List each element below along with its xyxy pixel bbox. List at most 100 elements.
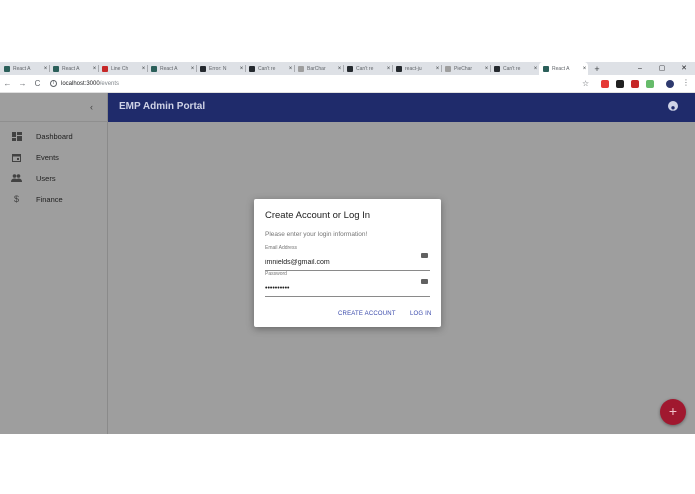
window-controls: – ▢ ✕ (629, 62, 695, 75)
app-bar: EMP Admin Portal (108, 93, 695, 122)
tab-favicon-icon (445, 65, 451, 72)
tab-favicon-icon (298, 65, 304, 72)
tab-favicon-icon (102, 65, 108, 72)
tab-close-icon[interactable]: × (532, 66, 539, 72)
tab-close-icon[interactable]: × (581, 66, 588, 72)
tab-label: Can't re (356, 65, 374, 72)
tab-favicon-icon (494, 65, 500, 72)
email-label: Email Address (265, 245, 297, 251)
tab-label: React A (160, 65, 178, 72)
url-path: /events (99, 80, 120, 87)
extension-icon[interactable] (646, 80, 654, 88)
sidebar-item-label: Dashboard (36, 131, 73, 141)
tab-close-icon[interactable]: × (140, 66, 147, 72)
tab-label: PieChar (454, 65, 473, 72)
tab-label: react-ju (405, 65, 422, 72)
tab-close-icon[interactable]: × (434, 66, 441, 72)
browser-tab[interactable]: Can't re × (245, 62, 294, 75)
forward-button[interactable]: → (15, 79, 30, 88)
tab-favicon-icon (200, 65, 206, 72)
account-circle-icon[interactable] (668, 101, 678, 112)
browser-tab[interactable]: React A × (539, 62, 588, 75)
browser-tab[interactable]: React A × (0, 62, 49, 75)
tab-close-icon[interactable]: × (483, 66, 490, 72)
tab-label: React A (552, 65, 570, 72)
extension-icon[interactable] (616, 80, 624, 88)
tab-close-icon[interactable]: × (42, 66, 49, 72)
sidebar-item-label: Users (36, 173, 56, 183)
browser-tab[interactable]: PieChar × (441, 62, 490, 75)
tab-favicon-icon (249, 65, 255, 72)
tab-label: Can't re (258, 65, 276, 72)
tab-label: BarChar (307, 65, 326, 72)
email-input[interactable] (265, 257, 415, 268)
tab-favicon-icon (396, 65, 402, 72)
tab-close-icon[interactable]: × (189, 66, 196, 72)
browser-toolbar: ← → C i localhost:3000/events ☆ ⋮ (0, 75, 695, 93)
password-input[interactable] (265, 283, 415, 294)
tab-favicon-icon (53, 65, 59, 72)
tab-close-icon[interactable]: × (238, 66, 245, 72)
password-label: Password (265, 271, 287, 277)
browser-tab[interactable]: React A × (147, 62, 196, 75)
tab-favicon-icon (4, 65, 10, 72)
tab-label: Error: N (209, 65, 227, 72)
email-field: Email Address (265, 245, 430, 271)
page-title: EMP Admin Portal (119, 101, 206, 112)
password-underline (265, 296, 430, 297)
info-icon[interactable]: i (50, 80, 57, 87)
browser-profile-avatar[interactable] (666, 80, 674, 88)
new-tab-button[interactable]: + (590, 64, 604, 74)
collapse-sidebar-button[interactable]: ‹ (90, 102, 93, 112)
login-button[interactable]: LOG IN (410, 311, 432, 317)
tab-label: Line Ch (111, 65, 129, 72)
blank-area (0, 434, 695, 494)
browser-tab[interactable]: Line Ch × (98, 62, 147, 75)
bookmark-star-icon[interactable]: ☆ (582, 79, 589, 88)
password-field: Password (265, 271, 430, 297)
extension-icon[interactable] (601, 80, 609, 88)
browser-tab[interactable]: Error: N × (196, 62, 245, 75)
keyboard-icon[interactable] (421, 279, 428, 284)
screen: React A × React A × Line Ch × React A × Error: N… (0, 0, 695, 494)
dialog-title: Create Account or Log In (265, 210, 371, 221)
browser-tab[interactable]: react-ju × (392, 62, 441, 75)
browser-tab[interactable]: Can't re × (490, 62, 539, 75)
sidebar: ‹ Dashboard Events Users $ Finance (0, 93, 108, 434)
url-host: localhost:3000 (61, 80, 100, 87)
create-account-button[interactable]: CREATE ACCOUNT (338, 311, 396, 317)
people-icon (11, 173, 22, 183)
extension-icon[interactable] (631, 80, 639, 88)
sidebar-item-finance[interactable]: $ Finance (0, 190, 107, 208)
tab-favicon-icon (347, 65, 353, 72)
tab-close-icon[interactable]: × (91, 66, 98, 72)
back-button[interactable]: ← (0, 79, 15, 88)
tab-list: React A × React A × Line Ch × React A × Error: N… (0, 62, 588, 75)
add-event-button[interactable]: + (660, 399, 686, 425)
tab-favicon-icon (543, 65, 549, 72)
reload-button[interactable]: C (30, 79, 45, 88)
sidebar-item-dashboard[interactable]: Dashboard (0, 127, 107, 145)
browser-tab[interactable]: BarChar × (294, 62, 343, 75)
tab-favicon-icon (151, 65, 157, 72)
address-bar[interactable]: localhost:3000/events (61, 81, 119, 87)
dashboard-icon (11, 131, 22, 141)
sidebar-item-events[interactable]: Events (0, 148, 107, 166)
browser-menu-icon[interactable]: ⋮ (682, 78, 690, 87)
keyboard-icon[interactable] (421, 253, 428, 258)
calendar-icon (11, 152, 22, 162)
sidebar-item-label: Finance (36, 194, 63, 204)
browser-tab[interactable]: React A × (49, 62, 98, 75)
tab-label: React A (62, 65, 80, 72)
tab-label: React A (13, 65, 31, 72)
sidebar-item-users[interactable]: Users (0, 169, 107, 187)
tab-close-icon[interactable]: × (287, 66, 294, 72)
login-dialog: Create Account or Log In Please enter yo… (254, 199, 441, 327)
minimize-button[interactable]: – (629, 62, 651, 75)
close-window-button[interactable]: ✕ (673, 62, 695, 75)
tab-close-icon[interactable]: × (336, 66, 343, 72)
restore-button[interactable]: ▢ (651, 62, 673, 75)
tab-close-icon[interactable]: × (385, 66, 392, 72)
browser-tab[interactable]: Can't re × (343, 62, 392, 75)
dollar-icon: $ (13, 194, 19, 204)
